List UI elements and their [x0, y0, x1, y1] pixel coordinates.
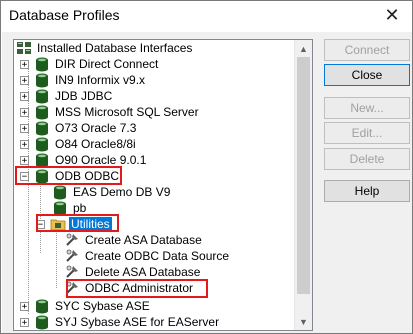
highlight-box [36, 214, 119, 232]
scrollbar-thumb[interactable] [297, 57, 310, 294]
database-icon [52, 184, 68, 200]
tree-item-jdb[interactable]: + JDB JDBC [14, 88, 114, 104]
profile-label: pb [73, 201, 87, 215]
expand-icon[interactable]: + [20, 124, 29, 134]
database-icon [34, 56, 50, 72]
tree-item-label: O90 Oracle 9.0.1 [55, 153, 147, 167]
database-profiles-dialog: Database Profiles ✕ Installed Database I… [0, 0, 413, 334]
utility-item[interactable]: Create ODBC Data Source [64, 248, 231, 264]
close-button[interactable]: Close [324, 64, 410, 86]
expand-icon[interactable]: + [20, 140, 29, 150]
tree-item-label: O84 Oracle8/8i [55, 137, 136, 151]
tree-item-label: JDB JDBC [55, 89, 113, 103]
expand-icon[interactable]: + [20, 60, 29, 70]
dialog-title: Database Profiles [9, 7, 120, 23]
edit-button[interactable]: Edit... [324, 122, 410, 144]
expand-icon[interactable]: + [20, 302, 29, 312]
title-bar: Database Profiles ✕ [1, 1, 412, 31]
tree-item-in9[interactable]: + IN9 Informix v9.x [14, 72, 147, 88]
tree-root[interactable]: Installed Database Interfaces [16, 40, 194, 56]
tree-root-label: Installed Database Interfaces [37, 41, 193, 55]
expand-icon[interactable]: + [20, 92, 29, 102]
tree-item-mss[interactable]: + MSS Microsoft SQL Server [14, 104, 201, 120]
help-button[interactable]: Help [324, 180, 410, 202]
tree-line [56, 230, 57, 288]
profile-label: EAS Demo DB V9 [73, 185, 171, 199]
profile-item[interactable]: EAS Demo DB V9 [52, 184, 172, 200]
database-icon [34, 104, 50, 120]
new-button[interactable]: New... [324, 97, 410, 119]
expand-icon[interactable]: + [20, 76, 29, 86]
tree-item-syj[interactable]: + SYJ Sybase ASE for EAServer [14, 314, 221, 330]
utility-tool-icon [64, 264, 80, 280]
utility-tool-icon [64, 232, 80, 248]
tree-item-o73[interactable]: + O73 Oracle 7.3 [14, 120, 138, 136]
tree-item-label: O73 Oracle 7.3 [55, 121, 137, 135]
database-icon [34, 298, 50, 314]
utility-item[interactable]: Delete ASA Database [64, 264, 202, 280]
expand-icon[interactable]: + [20, 108, 29, 118]
scroll-down-icon[interactable]: ▼ [295, 313, 312, 330]
tree-item-label: SYJ Sybase ASE for EAServer [55, 315, 220, 329]
tree-item-label: SYC Sybase ASE [55, 299, 150, 313]
expand-icon[interactable]: + [20, 318, 29, 328]
profiles-tree[interactable]: Installed Database Interfaces + DIR Dire… [13, 39, 313, 331]
utility-tool-icon [64, 248, 80, 264]
database-icon [34, 136, 50, 152]
utility-label: Create ODBC Data Source [85, 249, 230, 263]
expand-icon[interactable]: + [20, 156, 29, 166]
database-icon [34, 120, 50, 136]
vertical-scrollbar[interactable]: ▲ ▼ [294, 40, 312, 330]
database-icon [34, 72, 50, 88]
close-icon[interactable]: ✕ [372, 1, 412, 29]
tree-item-label: DIR Direct Connect [55, 57, 159, 71]
delete-button[interactable]: Delete [324, 148, 410, 170]
tree-item-syc[interactable]: + SYC Sybase ASE [14, 298, 152, 314]
database-tree-icon [16, 40, 32, 56]
utility-label: Delete ASA Database [85, 265, 201, 279]
tree-item-label: MSS Microsoft SQL Server [55, 105, 199, 119]
highlight-box [66, 279, 208, 298]
database-icon [34, 314, 50, 330]
utility-label: Create ASA Database [85, 233, 202, 247]
database-icon [34, 88, 50, 104]
connect-button[interactable]: Connect [324, 39, 410, 61]
tree-item-label: IN9 Informix v9.x [55, 73, 146, 87]
tree-item-o84[interactable]: + O84 Oracle8/8i [14, 136, 138, 152]
highlight-box [15, 166, 122, 185]
tree-item-dir[interactable]: + DIR Direct Connect [14, 56, 160, 72]
utility-item[interactable]: Create ASA Database [64, 232, 204, 248]
dialog-client-area: Installed Database Interfaces + DIR Dire… [2, 32, 412, 333]
scroll-up-icon[interactable]: ▲ [295, 40, 312, 57]
